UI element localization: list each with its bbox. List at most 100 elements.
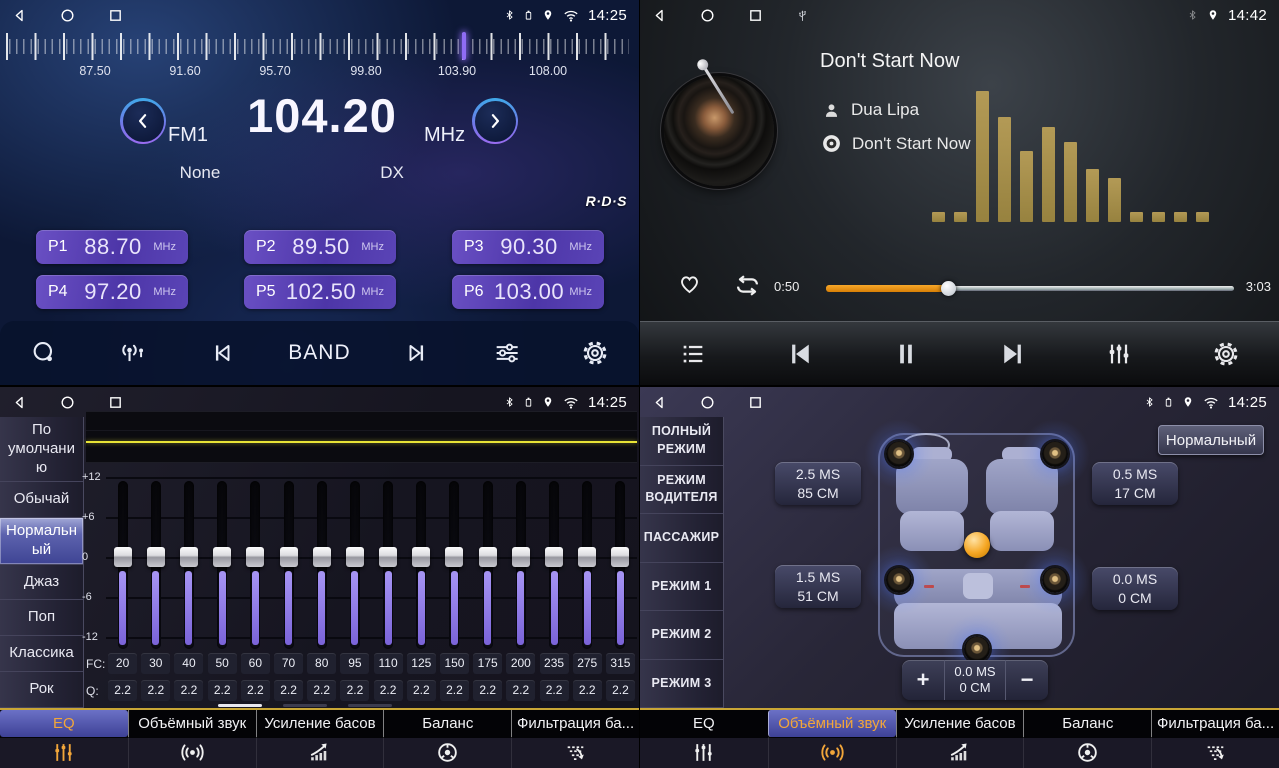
- slider-handle[interactable]: [379, 547, 397, 567]
- next-track-icon[interactable]: [991, 339, 1035, 369]
- eq-band-slider[interactable]: [305, 481, 338, 651]
- band-scroll-indicator[interactable]: [218, 704, 262, 707]
- slider-handle[interactable]: [545, 547, 563, 567]
- slider-handle[interactable]: [611, 547, 629, 567]
- playlist-icon[interactable]: [671, 340, 715, 368]
- progress-bar[interactable]: [826, 286, 1234, 291]
- tab-balance[interactable]: Баланс: [1023, 710, 1151, 768]
- band-scroll-indicator[interactable]: [283, 704, 327, 707]
- tab-surround[interactable]: Объёмный звук: [128, 710, 256, 768]
- eq-band-slider[interactable]: [172, 481, 205, 651]
- mode-2[interactable]: РЕЖИМ 2: [640, 611, 723, 660]
- tab-eq[interactable]: EQ: [0, 710, 128, 768]
- previous-icon[interactable]: [200, 340, 244, 366]
- tab-bass-boost[interactable]: Усиление басов: [256, 710, 384, 768]
- eq-preset-classic[interactable]: Классика: [0, 636, 83, 672]
- recents-icon[interactable]: [748, 395, 763, 410]
- eq-preset-jazz[interactable]: Джаз: [0, 565, 83, 601]
- slider-handle[interactable]: [213, 547, 231, 567]
- seek-down-button[interactable]: [120, 98, 166, 144]
- eq-band-slider[interactable]: [571, 481, 604, 651]
- seek-up-button[interactable]: [472, 98, 518, 144]
- eq-preset-normal[interactable]: Нормальный: [0, 518, 83, 565]
- slider-handle[interactable]: [147, 547, 165, 567]
- preset-p1[interactable]: P188.70MHz: [36, 230, 188, 264]
- slider-handle[interactable]: [578, 547, 596, 567]
- band-button[interactable]: BAND: [288, 341, 350, 365]
- tuning-dial[interactable]: [6, 33, 629, 60]
- eq-band-slider[interactable]: [206, 481, 239, 651]
- decrease-button[interactable]: −: [1006, 660, 1048, 700]
- band-scroll-indicator[interactable]: [348, 704, 392, 707]
- eq-preset-pop[interactable]: Поп: [0, 600, 83, 636]
- eq-band-slider[interactable]: [106, 481, 139, 651]
- tab-filter[interactable]: Фильтрация ба...: [1151, 710, 1279, 768]
- eq-band-slider[interactable]: [239, 481, 272, 651]
- recents-icon[interactable]: [108, 395, 123, 410]
- slider-handle[interactable]: [512, 547, 530, 567]
- slider-handle[interactable]: [479, 547, 497, 567]
- mode-passenger[interactable]: ПАССАЖИР: [640, 514, 723, 563]
- previous-track-icon[interactable]: [778, 339, 822, 369]
- tab-balance[interactable]: Баланс: [383, 710, 511, 768]
- home-icon[interactable]: [60, 395, 75, 410]
- delay-front-right[interactable]: 0.5 MS 17 CM: [1092, 462, 1178, 505]
- recents-icon[interactable]: [748, 8, 763, 23]
- preset-p5[interactable]: P5102.50MHz: [244, 275, 396, 309]
- eq-preset-custom[interactable]: Обычай: [0, 482, 83, 518]
- home-icon[interactable]: [700, 395, 715, 410]
- home-icon[interactable]: [700, 8, 715, 23]
- back-icon[interactable]: [652, 395, 667, 410]
- delay-front-left[interactable]: 2.5 MS 85 CM: [775, 462, 861, 505]
- mode-3[interactable]: РЕЖИМ 3: [640, 660, 723, 709]
- back-icon[interactable]: [652, 8, 667, 23]
- tune-sliders-icon[interactable]: [484, 339, 528, 367]
- tab-bass-boost[interactable]: Усиление басов: [896, 710, 1024, 768]
- eq-band-slider[interactable]: [504, 481, 537, 651]
- eq-preset-default[interactable]: По умолчанию: [0, 417, 83, 482]
- back-icon[interactable]: [12, 8, 27, 23]
- mode-driver[interactable]: РЕЖИМ ВОДИТЕЛЯ: [640, 466, 723, 515]
- eq-band-slider[interactable]: [139, 481, 172, 651]
- back-icon[interactable]: [12, 395, 27, 410]
- delay-rear-right[interactable]: 0.0 MS 0 CM: [1092, 567, 1178, 610]
- favorite-heart-icon[interactable]: [676, 271, 703, 296]
- tab-surround[interactable]: Объёмный звук: [768, 710, 896, 768]
- progress-thumb[interactable]: [941, 281, 956, 296]
- tab-eq[interactable]: EQ: [640, 710, 768, 768]
- slider-handle[interactable]: [445, 547, 463, 567]
- eq-band-slider[interactable]: [438, 481, 471, 651]
- eq-band-slider[interactable]: [372, 481, 405, 651]
- eq-preset-rock[interactable]: Рок: [0, 672, 83, 708]
- pause-icon[interactable]: [884, 339, 928, 369]
- preset-p4[interactable]: P497.20MHz: [36, 275, 188, 309]
- mode-1[interactable]: РЕЖИМ 1: [640, 563, 723, 612]
- equalizer-icon[interactable]: [1097, 340, 1141, 368]
- eq-band-slider[interactable]: [471, 481, 504, 651]
- eq-band-slider[interactable]: [604, 481, 637, 651]
- preset-p3[interactable]: P390.30MHz: [452, 230, 604, 264]
- repeat-icon[interactable]: [732, 273, 763, 298]
- slider-handle[interactable]: [346, 547, 364, 567]
- slider-handle[interactable]: [180, 547, 198, 567]
- preset-p2[interactable]: P289.50MHz: [244, 230, 396, 264]
- slider-handle[interactable]: [280, 547, 298, 567]
- slider-handle[interactable]: [114, 547, 132, 567]
- eq-band-slider[interactable]: [338, 481, 371, 651]
- settings-gear-icon[interactable]: [573, 339, 617, 367]
- slider-handle[interactable]: [313, 547, 331, 567]
- settings-gear-icon[interactable]: [1204, 340, 1248, 368]
- delay-rear-left[interactable]: 1.5 MS 51 CM: [775, 565, 861, 608]
- home-icon[interactable]: [60, 8, 75, 23]
- eq-band-slider[interactable]: [272, 481, 305, 651]
- tab-filter[interactable]: Фильтрация ба...: [511, 710, 639, 768]
- increase-button[interactable]: +: [902, 660, 944, 700]
- profile-button[interactable]: Нормальный: [1158, 425, 1264, 455]
- slider-handle[interactable]: [412, 547, 430, 567]
- eq-band-slider[interactable]: [537, 481, 570, 651]
- listening-position-marker[interactable]: [964, 532, 990, 558]
- scan-icon[interactable]: [22, 339, 66, 367]
- preset-p6[interactable]: P6103.00MHz: [452, 275, 604, 309]
- slider-handle[interactable]: [246, 547, 264, 567]
- eq-band-slider[interactable]: [405, 481, 438, 651]
